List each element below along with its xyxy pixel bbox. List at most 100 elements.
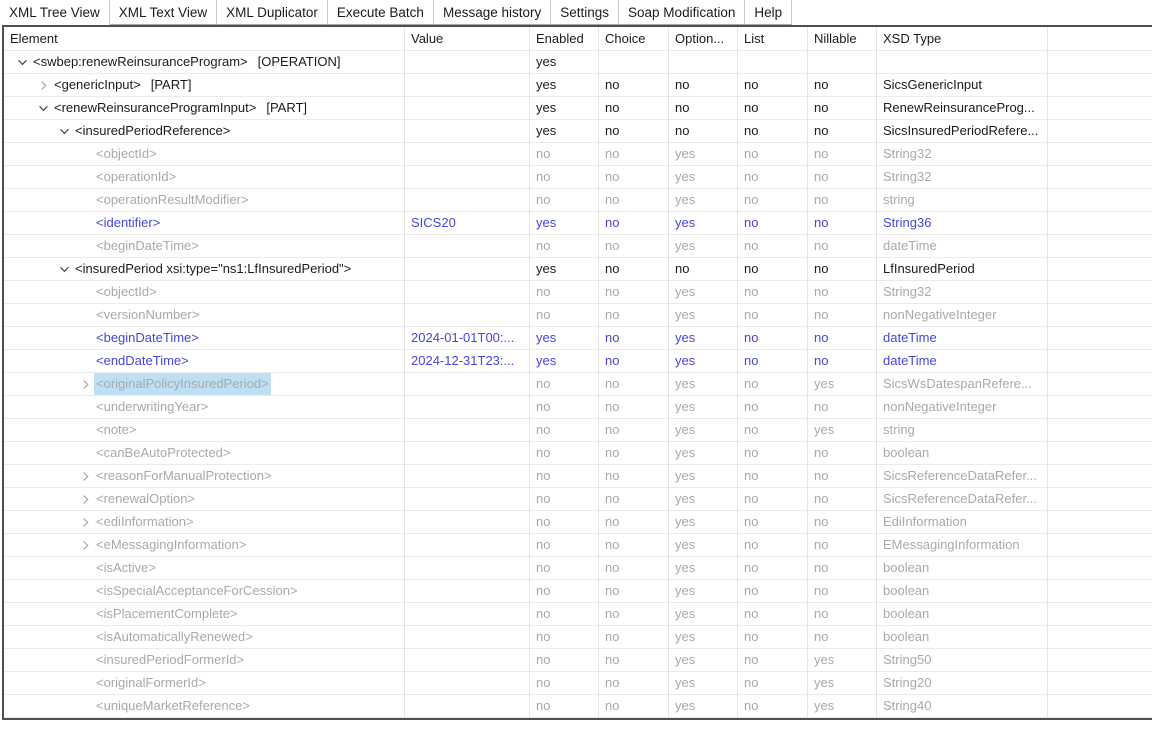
tab-message-history[interactable]: Message history [434,0,551,25]
element-cell[interactable]: <canBeAutoProtected> [4,442,405,465]
tree-row[interactable]: <isSpecialAcceptanceForCession> no no ye… [4,580,1152,603]
tree-row[interactable]: <genericInput> [PART] yes no no no no Si… [4,74,1152,97]
chevron-down-icon[interactable] [13,54,31,70]
enabled-cell[interactable]: no [530,396,599,419]
element-cell[interactable]: <originalPolicyInsuredPeriod> [4,373,405,396]
tree-row[interactable]: <objectId> no no yes no no String32 [4,281,1152,304]
tree-row[interactable]: <eMessagingInformation> no no yes no no … [4,534,1152,557]
enabled-cell[interactable]: no [530,465,599,488]
chevron-right-icon[interactable] [34,77,52,93]
value-cell[interactable]: SICS20 [405,212,530,235]
tree-row[interactable]: <ediInformation> no no yes no no EdiInfo… [4,511,1152,534]
tree-row[interactable]: <versionNumber> no no yes no no nonNegat… [4,304,1152,327]
tree-row[interactable]: <isAutomaticallyRenewed> no no yes no no… [4,626,1152,649]
tree-row[interactable]: <renewReinsuranceProgramInput> [PART] ye… [4,97,1152,120]
column-header-enabled[interactable]: Enabled [530,27,599,51]
enabled-cell[interactable]: no [530,695,599,718]
tree-row[interactable]: <isActive> no no yes no no boolean [4,557,1152,580]
column-header-option[interactable]: Option... [669,27,738,51]
element-cell[interactable]: <objectId> [4,281,405,304]
chevron-right-icon[interactable] [76,537,94,553]
tab-execute-batch[interactable]: Execute Batch [328,0,434,25]
value-cell[interactable] [405,74,530,97]
value-cell[interactable] [405,580,530,603]
element-cell[interactable]: <operationId> [4,166,405,189]
chevron-right-icon[interactable] [76,491,94,507]
enabled-cell[interactable]: no [530,626,599,649]
element-cell[interactable]: <swbep:renewReinsuranceProgram> [OPERATI… [4,51,405,74]
column-header-xsd-type[interactable]: XSD Type [877,27,1048,51]
column-header-nillable[interactable]: Nillable [808,27,877,51]
tree-row[interactable]: <operationId> no no yes no no String32 [4,166,1152,189]
chevron-down-icon[interactable] [55,261,73,277]
value-cell[interactable] [405,672,530,695]
element-cell[interactable]: <endDateTime> [4,350,405,373]
element-cell[interactable]: <originalFormerId> [4,672,405,695]
enabled-cell[interactable]: no [530,488,599,511]
element-cell[interactable]: <underwritingYear> [4,396,405,419]
enabled-cell[interactable]: yes [530,212,599,235]
chevron-right-icon[interactable] [76,514,94,530]
tree-row[interactable]: <beginDateTime> no no yes no no dateTime [4,235,1152,258]
enabled-cell[interactable]: yes [530,258,599,281]
tree-row[interactable]: <canBeAutoProtected> no no yes no no boo… [4,442,1152,465]
element-cell[interactable]: <beginDateTime> [4,235,405,258]
enabled-cell[interactable]: yes [530,327,599,350]
tree-row[interactable]: <beginDateTime> 2024-01-01T00:... yes no… [4,327,1152,350]
enabled-cell[interactable]: no [530,235,599,258]
tree-row[interactable]: <underwritingYear> no no yes no no nonNe… [4,396,1152,419]
enabled-cell[interactable]: no [530,304,599,327]
element-cell[interactable]: <genericInput> [PART] [4,74,405,97]
enabled-cell[interactable]: no [530,672,599,695]
enabled-cell[interactable]: no [530,166,599,189]
enabled-cell[interactable]: no [530,649,599,672]
value-cell[interactable] [405,419,530,442]
enabled-cell[interactable]: yes [530,74,599,97]
value-cell[interactable] [405,373,530,396]
value-cell[interactable] [405,695,530,718]
tab-xml-tree-view[interactable]: XML Tree View [0,0,110,25]
tree-row[interactable]: <insuredPeriodFormerId> no no yes no yes… [4,649,1152,672]
enabled-cell[interactable]: yes [530,97,599,120]
value-cell[interactable] [405,511,530,534]
value-cell[interactable] [405,120,530,143]
element-cell[interactable]: <reasonForManualProtection> [4,465,405,488]
enabled-cell[interactable]: no [530,557,599,580]
tab-xml-duplicator[interactable]: XML Duplicator [217,0,328,25]
value-cell[interactable] [405,534,530,557]
element-cell[interactable]: <note> [4,419,405,442]
column-header-list[interactable]: List [738,27,808,51]
value-cell[interactable] [405,649,530,672]
value-cell[interactable] [405,626,530,649]
value-cell[interactable] [405,465,530,488]
tab-soap-modification[interactable]: Soap Modification [619,0,745,25]
enabled-cell[interactable]: no [530,603,599,626]
value-cell[interactable] [405,258,530,281]
enabled-cell[interactable]: no [530,534,599,557]
value-cell[interactable] [405,396,530,419]
tab-xml-text-view[interactable]: XML Text View [110,0,217,25]
tab-help[interactable]: Help [745,0,792,25]
enabled-cell[interactable]: no [530,373,599,396]
chevron-down-icon[interactable] [55,123,73,139]
column-header-choice[interactable]: Choice [599,27,669,51]
value-cell[interactable] [405,189,530,212]
element-cell[interactable]: <uniqueMarketReference> [4,695,405,718]
element-cell[interactable]: <insuredPeriod xsi:type="ns1:LfInsuredPe… [4,258,405,281]
tree-row[interactable]: <reasonForManualProtection> no no yes no… [4,465,1152,488]
chevron-right-icon[interactable] [76,468,94,484]
value-cell[interactable] [405,442,530,465]
element-cell[interactable]: <renewalOption> [4,488,405,511]
element-cell[interactable]: <identifier> [4,212,405,235]
tree-row[interactable]: <swbep:renewReinsuranceProgram> [OPERATI… [4,51,1152,74]
enabled-cell[interactable]: no [530,143,599,166]
enabled-cell[interactable]: no [530,419,599,442]
value-cell[interactable] [405,235,530,258]
column-header-value[interactable]: Value [405,27,530,51]
tree-row[interactable]: <note> no no yes no yes string [4,419,1152,442]
element-cell[interactable]: <ediInformation> [4,511,405,534]
tree-row[interactable]: <isPlacementComplete> no no yes no no bo… [4,603,1152,626]
tree-row[interactable]: <endDateTime> 2024-12-31T23:... yes no y… [4,350,1152,373]
value-cell[interactable] [405,166,530,189]
tree-row[interactable]: <originalFormerId> no no yes no yes Stri… [4,672,1152,695]
